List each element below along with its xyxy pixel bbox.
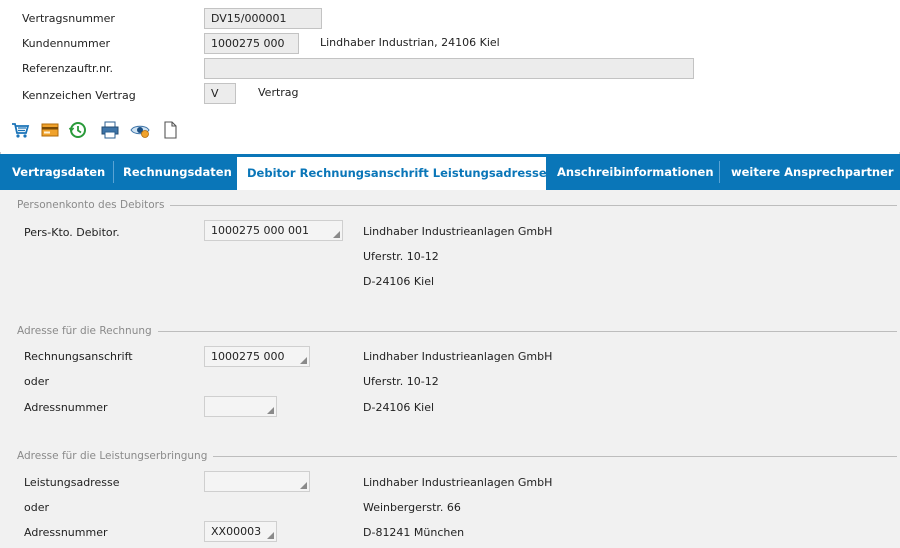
header-row-referenz: Referenzauftr.nr. [0,57,900,81]
rechnungsanschrift-label: Rechnungsanschrift [24,350,133,363]
kunde-name-text: Lindhaber Industrian, 24106 Kiel [320,36,500,49]
tab-bar: Vertragsdaten Rechnungsdaten Debitor Rec… [0,154,900,190]
view-icon[interactable] [130,120,152,142]
rechnung-adressnummer-field[interactable] [204,396,277,417]
rechnung-address-city: D-24106 Kiel [363,401,435,414]
oder-label: oder [24,501,50,514]
referenzauftrag-label: Referenzauftr.nr. [22,62,114,75]
leistungsadresse-label: Leistungsadresse [24,476,120,489]
document-icon[interactable] [160,120,182,142]
header-row-kennzeichen: Kennzeichen Vertrag V Vertrag [0,82,900,106]
value-help-icon[interactable] [300,482,307,489]
rechnung-address-name: Lindhaber Industrieanlagen GmbH [363,350,553,363]
kennzeichen-vertrag-text: Vertrag [258,86,299,99]
tab-debitor-rechnungsanschrift-leistungsadresse[interactable]: Debitor Rechnungsanschrift Leistungsadre… [237,157,547,190]
tab-content: Personenkonto des Debitors Pers-Kto. Deb… [0,190,900,548]
pers-kto-debitor-label: Pers-Kto. Debitor. [24,226,120,239]
rechnung-address-street: Uferstr. 10-12 [363,375,439,388]
rechnung-adressnummer-label: Adressnummer [24,401,108,414]
value-help-icon[interactable] [333,231,340,238]
value-help-icon[interactable] [267,532,274,539]
leistung-address-city: D-81241 München [363,526,465,539]
pers-kto-debitor-value: 1000275 000 001 [211,224,309,237]
kundennummer-label: Kundennummer [22,37,110,50]
oder-label: oder [24,375,50,388]
cart-icon[interactable] [10,120,32,142]
header-row-vertragsnummer: Vertragsnummer DV15/000001 [0,7,900,31]
leistung-address-street: Weinbergerstr. 66 [363,501,461,514]
leistungsadresse-field[interactable] [204,471,310,492]
debitor-address-city: D-24106 Kiel [363,275,435,288]
tab-anschreibinformationen[interactable]: Anschreibinformationen [547,154,724,190]
print-icon[interactable] [100,120,122,142]
leistung-address-name: Lindhaber Industrieanlagen GmbH [363,476,553,489]
tab-rechnungsdaten[interactable]: Rechnungsdaten [113,154,242,190]
tab-separator [719,161,720,183]
vertragsnummer-label: Vertragsnummer [22,12,115,25]
leistung-adressnummer-label: Adressnummer [24,526,108,539]
referenzauftrag-field[interactable] [204,58,694,79]
vertragsnummer-field[interactable]: DV15/000001 [204,8,322,29]
tab-weitere-ansprechpartner[interactable]: weitere Ansprechpartner [721,154,900,190]
value-help-icon[interactable] [300,357,307,364]
kundennummer-field[interactable]: 1000275 000 [204,33,299,54]
contract-header: Vertragsnummer DV15/000001 Kundennummer … [0,0,900,152]
history-icon[interactable] [68,120,90,142]
rechnungsanschrift-field[interactable]: 1000275 000 [204,346,310,367]
debitor-address-street: Uferstr. 10-12 [363,250,439,263]
leistung-adressnummer-value: XX00003 [211,525,262,538]
kennzeichen-vertrag-field[interactable]: V [204,83,236,104]
value-help-icon[interactable] [267,407,274,414]
group-title-personenkonto: Personenkonto des Debitors [17,199,171,211]
toolbar [10,120,230,142]
pers-kto-debitor-field[interactable]: 1000275 000 001 [204,220,343,241]
leistung-adressnummer-field[interactable]: XX00003 [204,521,277,542]
rechnungsanschrift-value: 1000275 000 [211,350,285,363]
header-row-kundennummer: Kundennummer 1000275 000 Lindhaber Indus… [0,32,900,56]
group-title-rechnung: Adresse für die Rechnung [17,325,158,337]
debitor-address-name: Lindhaber Industrieanlagen GmbH [363,225,553,238]
group-title-leistungserbringung: Adresse für die Leistungserbringung [17,450,214,462]
tab-vertragsdaten[interactable]: Vertragsdaten [2,154,115,190]
kennzeichen-vertrag-label: Kennzeichen Vertrag [22,89,136,102]
card-icon[interactable] [40,120,62,142]
